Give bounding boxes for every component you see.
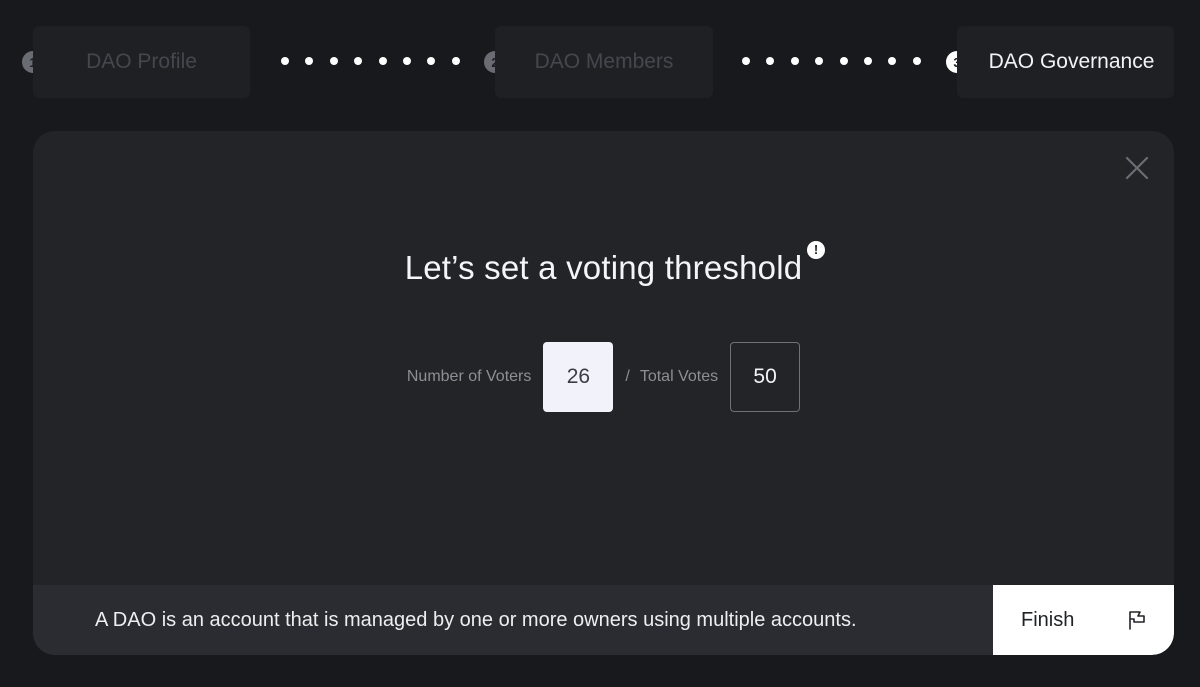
total-votes-input[interactable]: 50 bbox=[730, 342, 801, 412]
step-dao-governance[interactable]: DAO Governance bbox=[957, 26, 1174, 98]
dao-description: A DAO is an account that is managed by o… bbox=[95, 609, 857, 631]
connector-dot bbox=[839, 57, 848, 65]
step-label: DAO Profile bbox=[86, 50, 197, 73]
step-connector-dots bbox=[742, 57, 921, 67]
connector-dot bbox=[354, 57, 363, 65]
connector-dot bbox=[329, 57, 338, 65]
connector-dot bbox=[742, 57, 750, 65]
connector-dot bbox=[305, 57, 314, 65]
info-icon[interactable]: ! bbox=[807, 241, 825, 259]
voters-input[interactable]: 26 bbox=[543, 342, 614, 412]
connector-dot bbox=[766, 57, 775, 65]
connector-dot bbox=[378, 57, 387, 65]
step-dao-members[interactable]: DAO Members bbox=[495, 26, 713, 98]
connector-dot bbox=[863, 57, 872, 65]
panel-footer: A DAO is an account that is managed by o… bbox=[33, 585, 1174, 655]
connector-dot bbox=[451, 57, 460, 65]
step-label: DAO Governance bbox=[988, 50, 1155, 73]
close-button[interactable] bbox=[1122, 153, 1152, 183]
close-icon bbox=[1125, 156, 1149, 180]
page-title: Let’s set a voting threshold bbox=[404, 249, 803, 286]
voting-threshold-panel: Let’s set a voting threshold ! Number of… bbox=[33, 131, 1174, 655]
connector-dot bbox=[912, 57, 921, 65]
flag-icon bbox=[1129, 611, 1145, 630]
total-votes-label: Total Votes bbox=[639, 368, 719, 385]
connector-dot bbox=[790, 57, 799, 65]
connector-dot bbox=[888, 57, 897, 65]
connector-dot bbox=[402, 57, 411, 65]
finish-label: Finish bbox=[1021, 609, 1075, 631]
step-dao-profile[interactable]: DAO Profile bbox=[33, 26, 250, 98]
voters-label: Number of Voters bbox=[406, 368, 532, 385]
connector-dot bbox=[427, 57, 436, 65]
threshold-inputs: Number of Voters 26 / Total Votes 50 bbox=[33, 342, 1174, 412]
connector-dot bbox=[281, 57, 289, 65]
finish-button[interactable]: Finish bbox=[993, 585, 1174, 655]
ratio-separator: / bbox=[625, 368, 630, 385]
wizard-stepper: 1 DAO Profile 2 DAO Members 3 DAO Govern… bbox=[0, 0, 1200, 130]
step-label: DAO Members bbox=[534, 50, 674, 73]
step-connector-dots bbox=[281, 57, 460, 67]
connector-dot bbox=[815, 57, 824, 65]
